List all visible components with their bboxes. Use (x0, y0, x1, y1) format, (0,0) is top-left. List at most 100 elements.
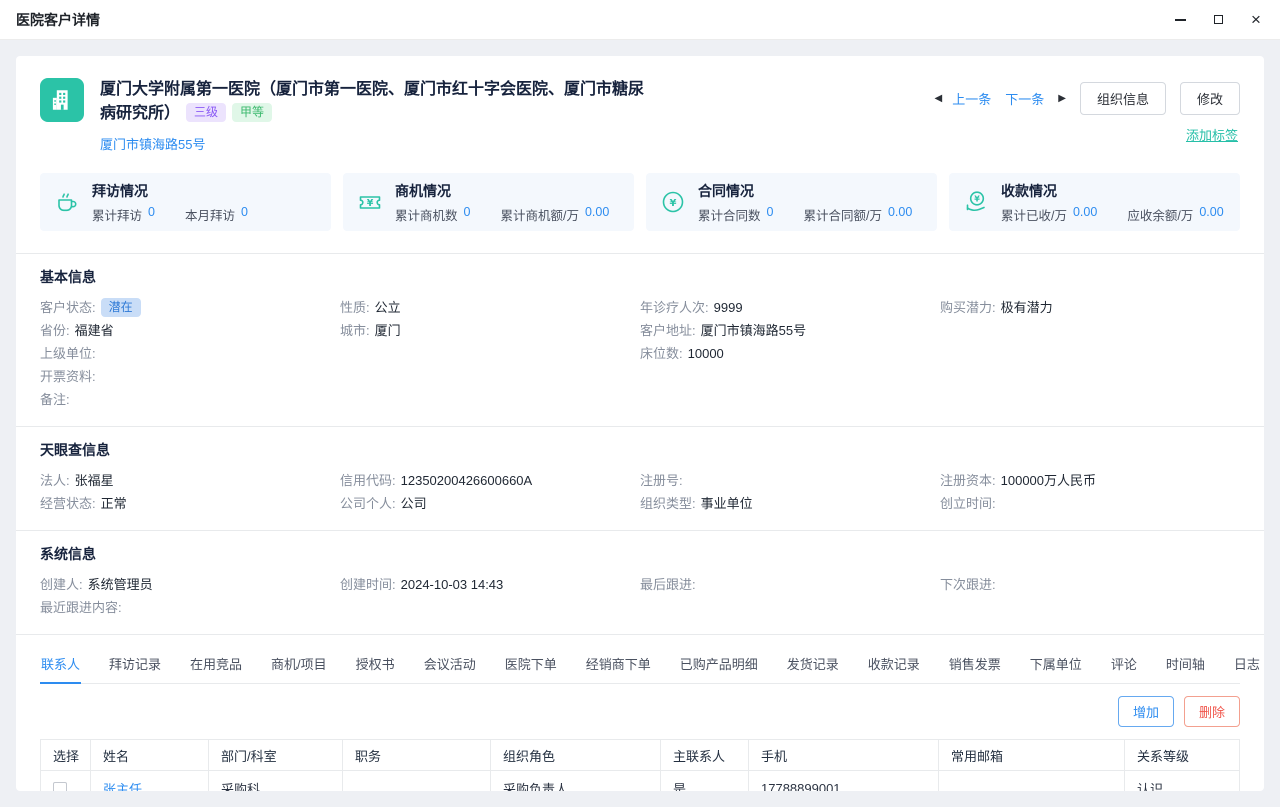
tab-timeline[interactable]: 时间轴 (1165, 645, 1206, 683)
field: 最后跟进: (640, 573, 940, 596)
field-row: 创建人:系统管理员 创建时间:2024-10-03 14:43 最后跟进: 下次… (40, 573, 1240, 596)
col-department: 部门/科室 (209, 740, 343, 771)
svg-text:¥: ¥ (367, 198, 374, 209)
stat-card-payments: ¥ 收款情况 累计已收/万0.00 应收余额/万0.00 (949, 173, 1240, 231)
tab-logs[interactable]: 日志 (1233, 645, 1261, 683)
next-record-link[interactable]: 下一条 (1005, 89, 1044, 108)
add-tag-link[interactable]: 添加标签 (1186, 125, 1238, 144)
cell-department: 采购科 (209, 771, 343, 792)
tab-shipments[interactable]: 发货记录 (786, 645, 840, 683)
field: 床位数:10000 (640, 342, 940, 365)
field-row: 客户状态:潜在 性质:公立 年诊疗人次:9999 购买潜力:极有潜力 (40, 296, 1240, 319)
detail-tabs-section: 联系人 拜访记录 在用竞品 商机/项目 授权书 会议活动 医院下单 经销商下单 … (16, 635, 1264, 791)
field: 注册资本:100000万人民币 (940, 469, 1240, 492)
col-role: 组织角色 (491, 740, 661, 771)
contacts-table: 选择 姓名 部门/科室 职务 组织角色 主联系人 手机 常用邮箱 关系等级 (40, 739, 1240, 791)
tab-hospital-orders[interactable]: 医院下单 (504, 645, 558, 683)
system-info-section: 系统信息 创建人:系统管理员 创建时间:2024-10-03 14:43 最后跟… (16, 531, 1264, 635)
stat-card-visits: 拜访情况 累计拜访0 本月拜访0 (40, 173, 331, 231)
field: 经营状态:正常 (40, 492, 340, 515)
delete-button[interactable]: 删除 (1184, 696, 1240, 727)
customer-header: 厦门大学附属第一医院（厦门市第一医院、厦门市红十字会医院、厦门市糖尿病研究所）三… (16, 56, 1264, 254)
field (340, 365, 640, 388)
cell-name: 张主任 (91, 771, 209, 792)
cell-position (343, 771, 491, 792)
field: 年诊疗人次:9999 (640, 296, 940, 319)
tab-dealer-orders[interactable]: 经销商下单 (585, 645, 652, 683)
contact-name-link[interactable]: 张主任 (103, 782, 142, 792)
field (340, 388, 640, 411)
field: 组织类型:事业单位 (640, 492, 940, 515)
field-row: 最近跟进内容: (40, 596, 1240, 619)
field: 注册号: (640, 469, 940, 492)
tianyancha-section: 天眼查信息 法人:张福星 信用代码:12350200426600660A 注册号… (16, 427, 1264, 531)
field: 法人:张福星 (40, 469, 340, 492)
tab-contacts[interactable]: 联系人 (40, 645, 81, 684)
yuan-ticket-icon: ¥ (357, 189, 383, 215)
next-arrow-icon[interactable]: ▶ (1058, 93, 1066, 104)
tab-competitors[interactable]: 在用竞品 (189, 645, 243, 683)
field-row: 法人:张福星 信用代码:12350200426600660A 注册号: 注册资本… (40, 469, 1240, 492)
field: 公司个人:公司 (340, 492, 640, 515)
svg-text:¥: ¥ (974, 195, 980, 204)
cell-email (939, 771, 1125, 792)
tab-meetings[interactable]: 会议活动 (423, 645, 477, 683)
tab-payment-records[interactable]: 收款记录 (867, 645, 921, 683)
field: 创立时间: (940, 492, 1240, 515)
tab-purchased-products[interactable]: 已购产品明细 (679, 645, 759, 683)
field: 开票资料: (40, 365, 340, 388)
minimize-icon[interactable] (1172, 12, 1188, 28)
prev-record-link[interactable]: 上一条 (952, 89, 991, 108)
field (340, 596, 640, 619)
row-checkbox[interactable] (53, 782, 67, 791)
field (940, 319, 1240, 342)
cell-phone: 17788899001 (749, 771, 939, 792)
section-title: 系统信息 (40, 544, 1240, 564)
table-row[interactable]: 张主任 采购科 采购负责人 是 17788899001 认识 (41, 771, 1240, 792)
col-phone: 手机 (749, 740, 939, 771)
hospital-address-link[interactable]: 厦门市镇海路55号 (100, 134, 205, 153)
edit-button[interactable]: 修改 (1180, 82, 1240, 115)
yuan-payment-icon: ¥ (963, 189, 989, 215)
yuan-circle-icon: ¥ (660, 189, 686, 215)
grade-badge: 三级 (186, 103, 226, 122)
hospital-name: 厦门大学附属第一医院（厦门市第一医院、厦门市红十字会医院、厦门市糖尿病研究所） (100, 81, 644, 122)
tab-visit-records[interactable]: 拜访记录 (108, 645, 162, 683)
basic-info-section: 基本信息 客户状态:潜在 性质:公立 年诊疗人次:9999 购买潜力:极有潜力 … (16, 254, 1264, 427)
field (640, 596, 940, 619)
field (940, 388, 1240, 411)
add-button[interactable]: 增加 (1118, 696, 1174, 727)
section-title: 基本信息 (40, 267, 1240, 287)
tab-sales-invoices[interactable]: 销售发票 (948, 645, 1002, 683)
tab-authorizations[interactable]: 授权书 (355, 645, 396, 683)
close-icon[interactable]: × (1248, 12, 1264, 28)
field-row: 省份:福建省 城市:厦门 客户地址:厦门市镇海路55号 (40, 319, 1240, 342)
field: 下次跟进: (940, 573, 1240, 596)
prev-arrow-icon[interactable]: ◀ (935, 93, 943, 104)
table-header-row: 选择 姓名 部门/科室 职务 组织角色 主联系人 手机 常用邮箱 关系等级 (41, 740, 1240, 771)
field (940, 596, 1240, 619)
tab-subordinate-units[interactable]: 下属单位 (1029, 645, 1083, 683)
org-info-button[interactable]: 组织信息 (1080, 82, 1166, 115)
customer-detail-card: 厦门大学附属第一医院（厦门市第一医院、厦门市红十字会医院、厦门市糖尿病研究所）三… (16, 56, 1264, 791)
field-row: 备注: (40, 388, 1240, 411)
section-title: 天眼查信息 (40, 440, 1240, 460)
tab-opportunities[interactable]: 商机/项目 (270, 645, 328, 683)
field: 备注: (40, 388, 340, 411)
field-row: 上级单位: 床位数:10000 (40, 342, 1240, 365)
col-relation: 关系等级 (1125, 740, 1240, 771)
field (940, 342, 1240, 365)
col-select: 选择 (41, 740, 91, 771)
field: 城市:厦门 (340, 319, 640, 342)
col-primary-contact: 主联系人 (661, 740, 749, 771)
window-controls: × (1172, 12, 1264, 28)
field (940, 365, 1240, 388)
page-title: 厦门大学附属第一医院（厦门市第一医院、厦门市红十字会医院、厦门市糖尿病研究所）三… (100, 78, 645, 126)
tab-comments[interactable]: 评论 (1110, 645, 1138, 683)
stat-card-contracts: ¥ 合同情况 累计合同数0 累计合同额/万0.00 (646, 173, 937, 231)
cell-primary-contact: 是 (661, 771, 749, 792)
status-badge: 潜在 (101, 298, 141, 317)
svg-text:¥: ¥ (670, 198, 677, 209)
maximize-icon[interactable] (1210, 12, 1226, 28)
field-customer-status: 客户状态:潜在 (40, 296, 340, 319)
